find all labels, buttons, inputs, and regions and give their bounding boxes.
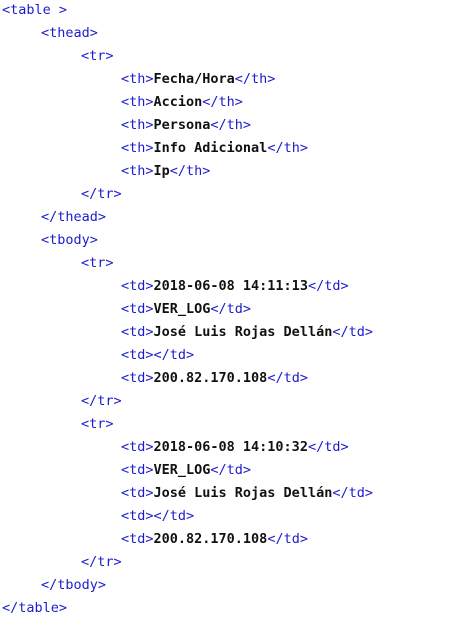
code-line: <tbody>	[0, 232, 475, 255]
code-line: <tr>	[0, 416, 475, 439]
code-line: </tr>	[0, 554, 475, 577]
code-line: <td></td>	[0, 508, 475, 531]
code-line: <table >	[0, 2, 475, 25]
close-tag: </td>	[307, 278, 349, 294]
open-tag: <td>	[121, 324, 154, 340]
cell-text: Persona	[153, 117, 211, 133]
code-view: <table > <thead> <tr> <th>Fecha/Hora</th…	[0, 0, 475, 618]
markup-tag: </table>	[2, 600, 68, 616]
code-line: <td>VER_LOG</td>	[0, 462, 475, 485]
open-tag: <td>	[121, 531, 154, 547]
close-tag: </td>	[267, 370, 308, 386]
cell-text: VER_LOG	[153, 462, 211, 478]
close-tag: </th>	[267, 140, 308, 156]
code-line: <th>Fecha/Hora</th>	[0, 71, 475, 94]
markup-tag: </tr>	[81, 554, 122, 570]
markup-tag: </thead>	[41, 209, 107, 225]
code-line: <td>2018-06-08 14:10:32</td>	[0, 439, 475, 462]
code-line: <th>Accion</th>	[0, 94, 475, 117]
close-tag: </th>	[169, 163, 211, 179]
code-line: </tr>	[0, 393, 475, 416]
markup-tag: <tr>	[81, 416, 114, 432]
open-tag: <th>	[121, 94, 154, 110]
open-tag: <td>	[121, 370, 154, 386]
close-tag: </th>	[202, 94, 243, 110]
code-line: <td>2018-06-08 14:11:13</td>	[0, 278, 475, 301]
close-tag: </td>	[307, 439, 349, 455]
open-tag: <th>	[121, 163, 154, 179]
close-tag: </th>	[234, 71, 276, 87]
open-tag: <td>	[121, 347, 154, 363]
cell-text: José Luis Rojas Dellán	[153, 324, 333, 340]
open-tag: <td>	[121, 301, 154, 317]
close-tag: </td>	[332, 485, 373, 501]
open-tag: <th>	[121, 71, 154, 87]
code-line: <tr>	[0, 255, 475, 278]
markup-tag: </tbody>	[41, 577, 107, 593]
open-tag: <td>	[121, 439, 154, 455]
cell-text: 2018-06-08 14:10:32	[153, 439, 308, 455]
open-tag: <td>	[121, 508, 154, 524]
close-tag: </td>	[332, 324, 373, 340]
close-tag: </td>	[267, 531, 308, 547]
markup-tag: </tr>	[81, 186, 122, 202]
cell-text: 2018-06-08 14:11:13	[153, 278, 308, 294]
open-tag: <td>	[121, 462, 154, 478]
code-line: <td></td>	[0, 347, 475, 370]
code-line: <tr>	[0, 48, 475, 71]
cell-text: Fecha/Hora	[153, 71, 235, 87]
code-line: <td>José Luis Rojas Dellán</td>	[0, 485, 475, 508]
code-line: <th>Persona</th>	[0, 117, 475, 140]
code-line: <td>200.82.170.108</td>	[0, 370, 475, 393]
code-line: </tr>	[0, 186, 475, 209]
cell-text: Ip	[153, 163, 170, 179]
close-tag: </td>	[210, 301, 252, 317]
close-tag: </td>	[153, 508, 195, 524]
code-line: <td>200.82.170.108</td>	[0, 531, 475, 554]
open-tag: <th>	[121, 117, 154, 133]
code-line: </tbody>	[0, 577, 475, 600]
code-line: <thead>	[0, 25, 475, 48]
code-line: </table>	[0, 600, 475, 623]
markup-tag: <tr>	[81, 255, 114, 271]
open-tag: <th>	[121, 140, 154, 156]
markup-tag: <tr>	[81, 48, 114, 64]
code-line: <td>José Luis Rojas Dellán</td>	[0, 324, 475, 347]
markup-tag: <tbody>	[41, 232, 98, 248]
cell-text: 200.82.170.108	[153, 531, 268, 547]
markup-tag: <thead>	[41, 25, 98, 41]
cell-text: Accion	[153, 94, 203, 110]
cell-text: 200.82.170.108	[153, 370, 268, 386]
code-line: <th>Ip</th>	[0, 163, 475, 186]
open-tag: <td>	[121, 278, 154, 294]
cell-text: Info Adicional	[153, 140, 268, 156]
code-line: </thead>	[0, 209, 475, 232]
code-line: <td>VER_LOG</td>	[0, 301, 475, 324]
open-tag: <td>	[121, 485, 154, 501]
code-line: <th>Info Adicional</th>	[0, 140, 475, 163]
close-tag: </td>	[210, 462, 252, 478]
markup-tag: </tr>	[81, 393, 122, 409]
cell-text: José Luis Rojas Dellán	[153, 485, 333, 501]
close-tag: </td>	[153, 347, 195, 363]
close-tag: </th>	[210, 117, 252, 133]
cell-text: VER_LOG	[153, 301, 211, 317]
markup-tag: <table >	[2, 2, 68, 18]
